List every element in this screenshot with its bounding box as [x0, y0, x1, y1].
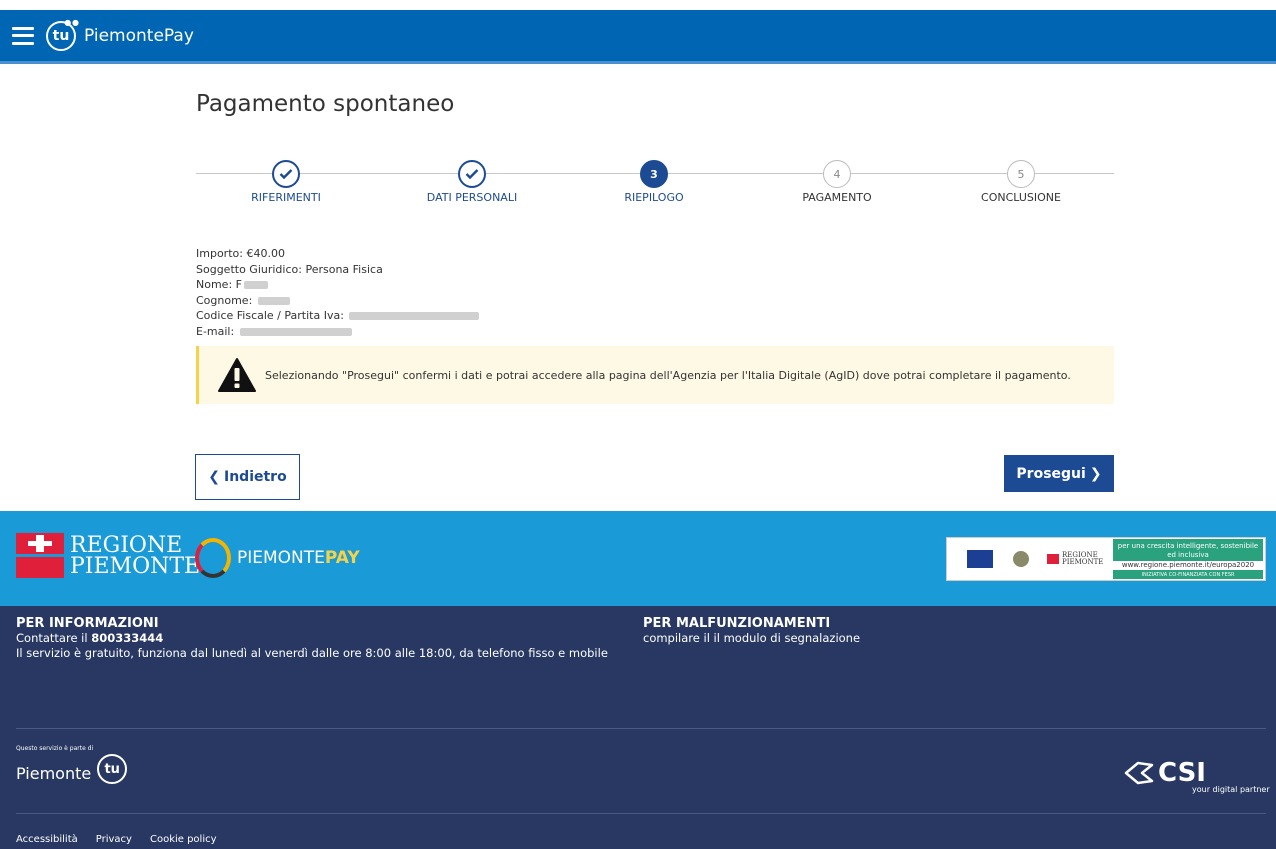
step-label: CONCLUSIONE	[981, 191, 1061, 204]
redacted-value	[349, 312, 480, 320]
regione-text: REGIONE PIEMONTE	[70, 532, 201, 579]
info-phone[interactable]: 800333444	[91, 631, 163, 645]
app-name[interactable]: PiemontePay	[84, 26, 194, 46]
piemontepay-ring-icon	[195, 538, 231, 578]
main-content: Pagamento spontaneo RIFERIMENTI DATI PER…	[0, 67, 1276, 511]
step-riferimenti: RIFERIMENTI	[196, 160, 376, 204]
tu-ring-icon: tu	[97, 754, 128, 784]
footer: PER INFORMAZIONI Contattare il 800333444…	[0, 606, 1276, 849]
step-number: 4	[823, 160, 851, 188]
footer-info: PER INFORMAZIONI Contattare il 800333444…	[16, 616, 608, 661]
warning-box: Selezionando "Prosegui" confermi i dati …	[196, 346, 1114, 404]
link-cookie-policy[interactable]: Cookie policy	[150, 834, 217, 845]
redacted-value	[239, 327, 352, 336]
csi-logo[interactable]: CSI your digital partner	[1124, 758, 1270, 794]
stepper: RIFERIMENTI DATI PERSONALI 3 RIEPILOGO 4…	[196, 160, 1114, 210]
check-icon	[272, 160, 300, 188]
footer-divider	[16, 813, 1266, 814]
step-number: 5	[1007, 160, 1035, 188]
soggetto-value: Persona Fisica	[305, 262, 383, 276]
step-riepilogo: 3 RIEPILOGO	[564, 160, 744, 204]
warning-text: Selezionando "Prosegui" confermi i dati …	[265, 368, 1071, 382]
chevron-right-icon: ❯	[1089, 465, 1102, 482]
footer-divider	[16, 728, 1266, 729]
regione-piemonte-logo[interactable]: REGIONE PIEMONTE	[16, 533, 200, 578]
link-privacy[interactable]: Privacy	[96, 834, 132, 845]
malf-title: PER MALFUNZIONAMENTI	[643, 616, 831, 631]
regione-mini-flag-icon	[1047, 554, 1059, 564]
step-label: RIFERIMENTI	[251, 191, 321, 204]
link-accessibilita[interactable]: Accessibilità	[16, 834, 78, 845]
next-button-label: Prosegui	[1016, 465, 1086, 482]
piemonte-tu-logo[interactable]: Questo servizio è parte di Piemonte tu	[16, 745, 128, 784]
summary-codice-fiscale: Codice Fiscale / Partita Iva:	[196, 308, 480, 324]
step-label: PAGAMENTO	[802, 191, 872, 204]
step-label: DATI PERSONALI	[426, 191, 518, 204]
redacted-value	[243, 281, 268, 289]
summary-soggetto: Soggetto Giuridico: Persona Fisica	[196, 262, 383, 276]
piemontepay-logo[interactable]: PIEMONTEPAY	[195, 538, 360, 578]
page-title: Pagamento spontaneo	[196, 91, 455, 117]
menu-icon[interactable]	[12, 26, 34, 45]
info-contact: Contattare il 800333444	[16, 631, 164, 645]
summary-cognome: Cognome:	[196, 293, 479, 309]
check-icon	[458, 160, 486, 188]
back-button-label: Indietro	[224, 469, 287, 485]
footer-malfunctions: PER MALFUNZIONAMENTI compilare il il mod…	[643, 616, 860, 646]
tu-logo[interactable]: tu ● ●	[46, 17, 79, 51]
importo-value: €40.00	[246, 247, 285, 260]
warning-icon	[217, 357, 257, 393]
payment-summary: Importo: €40.00 Soggetto Giuridico: Pers…	[196, 246, 480, 340]
summary-importo: Importo: €40.00	[196, 247, 285, 260]
summary-email: E-mail:	[196, 324, 479, 340]
csi-mark-icon	[1124, 761, 1154, 785]
eu-funding-banner[interactable]: REGIONE PIEMONTE per una crescita intell…	[946, 537, 1266, 581]
info-hours: Il servizio è gratuito, funziona dal lun…	[16, 646, 608, 660]
footer-brand-band: REGIONE PIEMONTE PIEMONTEPAY REGIONE PIE…	[0, 511, 1276, 606]
tu-logo-text: tu	[52, 27, 70, 44]
footer-links: Accessibilità Privacy Cookie policy	[16, 834, 217, 845]
eu-slogan: per una crescita intelligente, sostenibi…	[1113, 539, 1263, 579]
regione-flag-icon	[16, 533, 64, 578]
step-conclusione: 5 CONCLUSIONE	[931, 160, 1111, 204]
malf-link[interactable]: compilare il il modulo di segnalazione	[643, 631, 860, 646]
step-pagamento: 4 PAGAMENTO	[747, 160, 927, 204]
piemontepay-text: PIEMONTEPAY	[237, 548, 360, 568]
app-header: tu ● ● PiemontePay	[0, 10, 1276, 64]
step-label: RIEPILOGO	[624, 191, 684, 204]
summary-nome: Nome: F	[196, 277, 479, 293]
step-dati-personali: DATI PERSONALI	[382, 160, 562, 204]
back-button[interactable]: ❮ Indietro	[195, 454, 300, 500]
step-number: 3	[640, 160, 668, 188]
italy-emblem-icon	[1013, 551, 1029, 567]
redacted-value	[257, 296, 290, 305]
chevron-left-icon: ❮	[208, 469, 220, 485]
eu-flag-icon	[967, 550, 993, 568]
info-title: PER INFORMAZIONI	[16, 616, 159, 631]
nome-value: F	[235, 278, 242, 291]
logo-dots-icon: ● ●	[64, 17, 79, 27]
eu-regione-logo: REGIONE PIEMONTE	[1047, 552, 1103, 566]
next-button[interactable]: Prosegui ❯	[1004, 455, 1114, 492]
